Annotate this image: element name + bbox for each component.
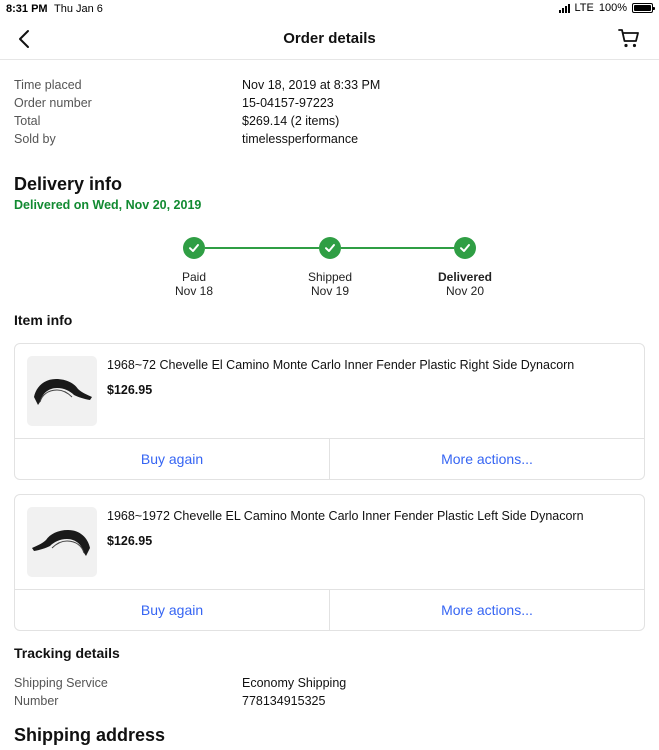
step-delivered: Delivered Nov 20 bbox=[410, 270, 520, 298]
shipping-address-title: Shipping address bbox=[14, 725, 166, 745]
item-thumbnail[interactable] bbox=[27, 507, 97, 577]
item-card: 1968~1972 Chevelle EL Camino Monte Carlo… bbox=[14, 494, 645, 631]
item-thumbnail[interactable] bbox=[27, 356, 97, 426]
step-date: Nov 20 bbox=[445, 284, 485, 298]
status-time: 8:31 PM bbox=[6, 3, 48, 15]
status-date: Thu Jan 6 bbox=[54, 3, 103, 15]
step-shipped: Shipped Nov 19 bbox=[275, 270, 385, 298]
more-actions-button[interactable]: More actions... bbox=[329, 439, 644, 479]
page-title: Order details bbox=[283, 30, 376, 47]
item-price: $126.95 bbox=[107, 534, 153, 548]
battery-percent: 100% bbox=[598, 2, 627, 14]
cart-button[interactable] bbox=[617, 26, 641, 50]
tracking-details-title: Tracking details bbox=[14, 645, 120, 661]
step-paid-check-icon bbox=[183, 237, 205, 259]
summary-value: Nov 18, 2019 at 8:33 PM bbox=[242, 78, 381, 92]
item-actions: Buy again More actions... bbox=[15, 438, 644, 479]
delivery-status: Delivered on Wed, Nov 20, 2019 bbox=[14, 198, 202, 212]
step-date: Nov 18 bbox=[174, 284, 214, 298]
item-card: 1968~72 Chevelle El Camino Monte Carlo I… bbox=[14, 343, 645, 480]
buy-again-button[interactable]: Buy again bbox=[15, 590, 329, 630]
battery-icon bbox=[632, 3, 655, 13]
fender-image-icon bbox=[34, 379, 92, 405]
signal-icon bbox=[558, 3, 570, 13]
more-actions-button[interactable]: More actions... bbox=[329, 590, 644, 630]
delivery-info-title: Delivery info bbox=[14, 174, 123, 194]
summary-label: Order number bbox=[14, 96, 92, 110]
item-price: $126.95 bbox=[107, 383, 153, 397]
status-right: LTE 100% bbox=[558, 2, 655, 14]
nav-bar: Order details bbox=[0, 18, 659, 60]
status-bar: 8:31 PM Thu Jan 6 LTE 100% bbox=[0, 0, 659, 18]
buy-again-button[interactable]: Buy again bbox=[15, 439, 329, 479]
progress-line bbox=[205, 247, 319, 249]
summary-label: Sold by bbox=[14, 132, 56, 146]
summary-label: Time placed bbox=[14, 78, 82, 92]
summary-label: Total bbox=[14, 114, 41, 128]
item-actions: Buy again More actions... bbox=[15, 589, 644, 630]
step-name: Delivered bbox=[437, 270, 493, 284]
progress-line bbox=[341, 247, 454, 249]
item-info-title: Item info bbox=[14, 312, 73, 328]
fender-image-icon bbox=[32, 530, 90, 556]
tracking-label: Number bbox=[14, 694, 59, 708]
tracking-label: Shipping Service bbox=[14, 676, 108, 690]
summary-value: 15-04157-97223 bbox=[242, 96, 334, 110]
item-title[interactable]: 1968~1972 Chevelle EL Camino Monte Carlo… bbox=[107, 509, 632, 523]
step-shipped-check-icon bbox=[319, 237, 341, 259]
item-title[interactable]: 1968~72 Chevelle El Camino Monte Carlo I… bbox=[107, 358, 632, 372]
summary-value: $269.14 (2 items) bbox=[242, 114, 340, 128]
step-delivered-check-icon bbox=[454, 237, 476, 259]
seller-link[interactable]: timelessperformance bbox=[242, 132, 358, 146]
delivery-progress: Paid Nov 18 Shipped Nov 19 Delivered Nov… bbox=[0, 237, 659, 307]
cart-icon bbox=[618, 29, 639, 48]
tracking-value: Economy Shipping bbox=[242, 676, 347, 690]
carrier-label: LTE bbox=[574, 2, 594, 14]
step-paid: Paid Nov 18 bbox=[139, 270, 249, 298]
step-name: Shipped bbox=[307, 270, 353, 284]
step-name: Paid bbox=[181, 270, 207, 284]
tracking-number[interactable]: 778134915325 bbox=[242, 694, 325, 708]
step-date: Nov 19 bbox=[310, 284, 350, 298]
